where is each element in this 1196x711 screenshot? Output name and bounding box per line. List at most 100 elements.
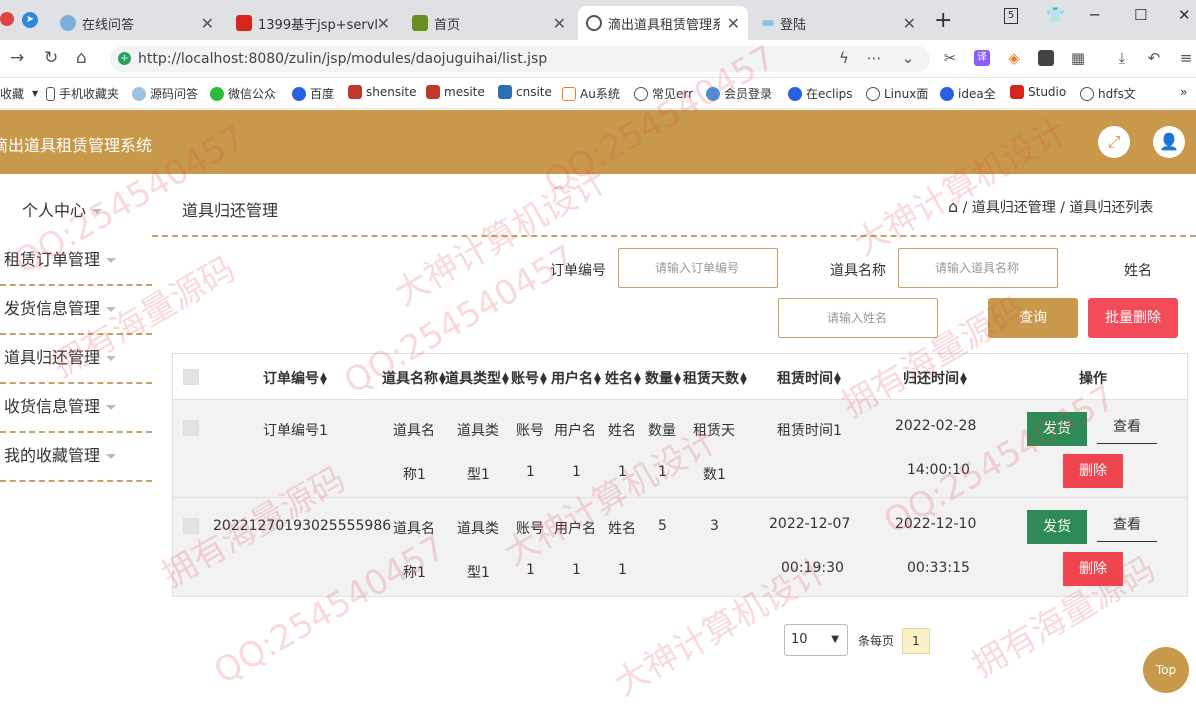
column-header[interactable]: 道具名称▲ ▼ xyxy=(382,368,446,388)
ship-button[interactable]: 发货 xyxy=(1027,412,1087,446)
close-icon[interactable]: ✕ xyxy=(727,14,740,33)
sidebar-item-shipping[interactable]: 发货信息管理 xyxy=(0,286,152,335)
query-button[interactable]: 查询 xyxy=(988,298,1078,338)
tab-login[interactable]: 登陆 ✕ xyxy=(754,6,924,40)
order-number-input[interactable]: 请输入订单编号 xyxy=(618,248,778,288)
close-icon[interactable]: ✕ xyxy=(201,14,214,33)
browser-menu-icon[interactable] xyxy=(0,12,14,26)
close-icon[interactable]: ✕ xyxy=(377,14,390,33)
translate-icon[interactable]: 译 xyxy=(974,50,990,66)
user-icon[interactable]: 👤 xyxy=(1153,126,1185,158)
name-input[interactable]: 请输入姓名 xyxy=(778,298,938,338)
bookmark-item[interactable]: 源码问答 xyxy=(132,85,198,102)
reload-icon[interactable]: ↻ xyxy=(44,48,58,68)
breadcrumb-item[interactable]: 道具归还管理 xyxy=(972,200,1056,216)
back-to-top-button[interactable]: Top xyxy=(1143,647,1189,693)
column-header[interactable]: 账号▲ ▼ xyxy=(511,368,547,388)
cell-name: 姓名 xyxy=(608,521,636,537)
view-button[interactable]: 查看 xyxy=(1097,412,1157,444)
undo-icon[interactable]: ↶ xyxy=(1146,50,1162,66)
cell-quantity: 1 xyxy=(658,464,667,480)
bookmark-item[interactable]: 常见err xyxy=(634,85,693,102)
shirt-icon[interactable]: 👕 xyxy=(1046,6,1065,24)
page-title: 道具归还管理 xyxy=(182,201,279,220)
sidebar-item-favorites[interactable]: 我的收藏管理 xyxy=(0,433,152,482)
download-icon[interactable]: ⤓ xyxy=(1114,50,1130,66)
home-icon[interactable]: ⌂ xyxy=(76,48,87,68)
bookmark-item[interactable]: 收藏 ▼ xyxy=(0,85,38,102)
column-header[interactable]: 租赁天数▲ ▼ xyxy=(683,368,747,388)
bookmark-item[interactable]: 会员登录 xyxy=(706,85,772,102)
cell-item-type: 道具类 xyxy=(457,521,499,537)
game-icon[interactable]: ◈ xyxy=(1006,50,1022,66)
apps-icon[interactable]: ▦ xyxy=(1070,50,1086,66)
select-all-checkbox[interactable] xyxy=(183,369,199,385)
ship-button[interactable]: 发货 xyxy=(1027,510,1087,544)
sidebar-item-label: 我的收藏管理 xyxy=(4,446,101,465)
cell-account: 账号 xyxy=(516,521,544,537)
lightning-icon[interactable]: ϟ xyxy=(836,50,852,66)
site-icon xyxy=(762,20,774,26)
url-input[interactable]: + http://localhost:8080/zulin/jsp/module… xyxy=(110,46,930,72)
bookmark-item[interactable]: idea全 xyxy=(940,85,996,102)
bookmark-item[interactable]: 百度 xyxy=(292,85,334,102)
sidebar-item-returns[interactable]: 道具归还管理 xyxy=(0,335,152,384)
tab-counter-badge[interactable]: 5 xyxy=(1004,8,1018,24)
new-tab-button[interactable]: + xyxy=(934,8,952,33)
breadcrumb-separator: / xyxy=(1060,200,1065,216)
cell-days: 3 xyxy=(710,518,719,534)
bookmark-item[interactable]: Studio xyxy=(1010,85,1066,99)
forward-icon[interactable]: → xyxy=(10,48,24,68)
telegram-icon[interactable]: ➤ xyxy=(22,12,38,28)
tab-rental-system[interactable]: 滴出道具租赁管理系 ✕ xyxy=(578,6,748,40)
sidebar-item-receiving[interactable]: 收货信息管理 xyxy=(0,384,152,433)
page-number-current[interactable]: 1 xyxy=(902,628,930,654)
item-name-input[interactable]: 请输入道具名称 xyxy=(898,248,1058,288)
view-button[interactable]: 查看 xyxy=(1097,510,1157,542)
more-icon[interactable]: ⋯ xyxy=(866,50,882,66)
home-icon[interactable]: ⌂ xyxy=(948,197,958,216)
bookmark-item[interactable]: cnsite xyxy=(498,85,552,99)
column-header[interactable]: 订单编号▲ ▼ xyxy=(263,368,327,388)
shield-icon[interactable] xyxy=(1038,50,1054,66)
minimize-icon[interactable]: ─ xyxy=(1090,6,1099,24)
delete-button[interactable]: 删除 xyxy=(1063,552,1123,586)
bookmark-item[interactable]: 在eclips xyxy=(788,85,853,102)
column-header: 操作 xyxy=(1079,371,1107,387)
more-bookmarks-icon[interactable]: » xyxy=(1180,85,1187,99)
column-header[interactable]: 用户名▲ ▼ xyxy=(551,368,601,388)
fullscreen-icon[interactable]: ⤢ xyxy=(1098,126,1130,158)
chevron-down-icon[interactable]: ⌄ xyxy=(900,50,916,66)
cell-item-name: 称1 xyxy=(403,467,426,483)
tab-jsp-project[interactable]: 1399基于jsp+servle ✕ xyxy=(228,6,398,40)
column-header[interactable]: 数量▲ ▼ xyxy=(645,368,681,388)
maximize-icon[interactable]: ☐ xyxy=(1134,6,1147,24)
row-checkbox[interactable] xyxy=(183,518,199,534)
bookmark-item[interactable]: Linux面 xyxy=(866,85,928,102)
close-window-icon[interactable]: ✕ xyxy=(1178,6,1191,24)
column-header[interactable]: 姓名▲ ▼ xyxy=(605,368,641,388)
bookmark-item[interactable]: mesite xyxy=(426,85,485,99)
close-icon[interactable]: ✕ xyxy=(553,14,566,33)
bookmark-item[interactable]: shensite xyxy=(348,85,417,99)
bookmark-item[interactable]: Au系统 xyxy=(562,85,620,102)
page-size-select[interactable]: 10 ▼ xyxy=(784,624,848,656)
close-icon[interactable]: ✕ xyxy=(903,14,916,33)
bookmark-item[interactable]: 微信公众 xyxy=(210,85,276,102)
sidebar-item-rental-orders[interactable]: 租赁订单管理 xyxy=(0,237,152,286)
batch-delete-button[interactable]: 批量删除 xyxy=(1088,298,1178,338)
menu-icon[interactable]: ≡ xyxy=(1178,50,1194,66)
tab-online-qa[interactable]: 在线问答 ✕ xyxy=(52,6,222,40)
cell-order: 订单编号1 xyxy=(263,423,328,439)
scissors-icon[interactable]: ✂ xyxy=(942,50,958,66)
bookmark-item[interactable]: 手机收藏夹 xyxy=(46,85,119,102)
row-checkbox[interactable] xyxy=(183,420,199,436)
sidebar-item-personal-center[interactable]: 个人中心 xyxy=(0,188,152,237)
bookmark-item[interactable]: hdfs文 xyxy=(1080,85,1136,102)
delete-button[interactable]: 删除 xyxy=(1063,454,1123,488)
caret-down-icon xyxy=(106,307,117,312)
column-header[interactable]: 归还时间▲ ▼ xyxy=(903,368,967,388)
column-header[interactable]: 道具类型▲ ▼ xyxy=(445,368,509,388)
tab-home[interactable]: 首页 ✕ xyxy=(404,6,574,40)
column-header[interactable]: 租赁时间▲ ▼ xyxy=(777,368,841,388)
